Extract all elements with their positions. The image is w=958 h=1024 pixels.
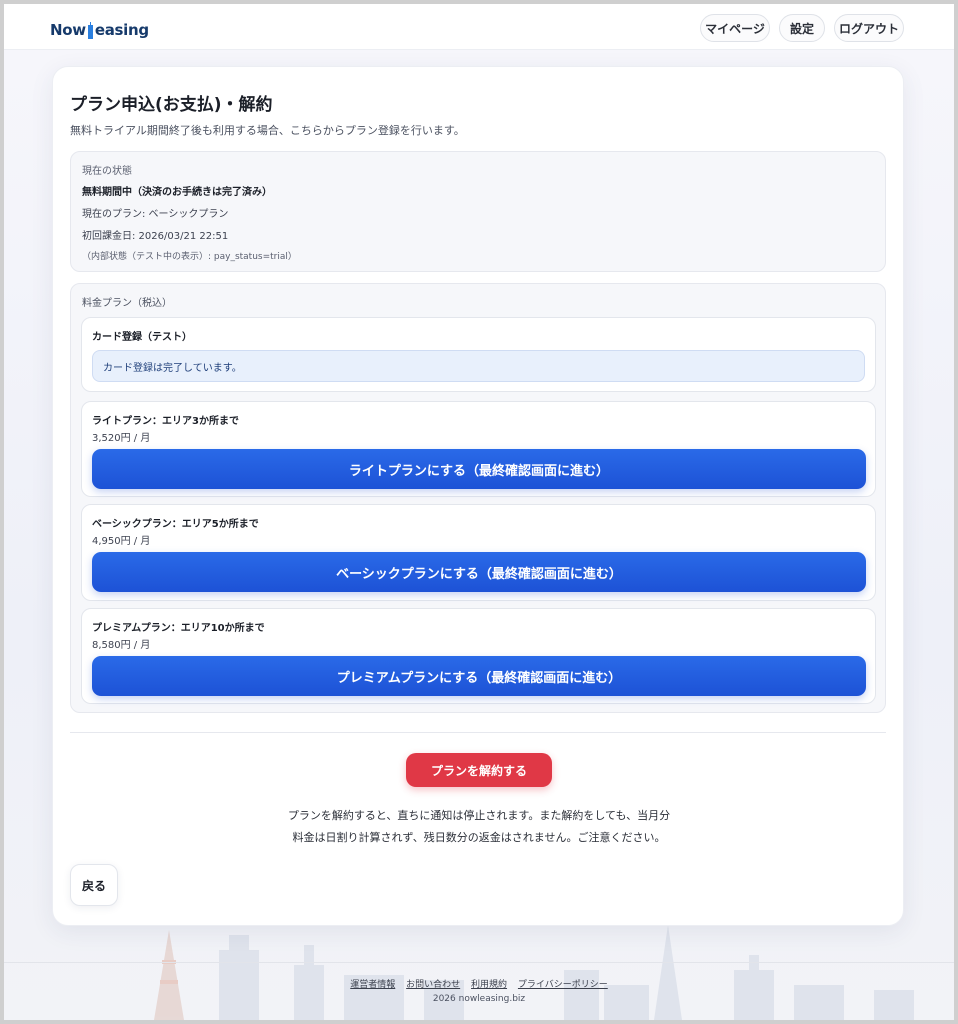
footer-links: 運営者情報 お問い合わせ 利用規約 プライバシーポリシー (0, 977, 958, 990)
section-divider (70, 732, 886, 733)
internal-status-text: （内部状態（テスト中の表示）: pay_status=trial） (82, 252, 297, 262)
page-subtitle: 無料トライアル期間終了後も利用する場合、こちらからプラン登録を行います。 (70, 124, 465, 137)
plan-card: プラン申込(お支払)・解約 無料トライアル期間終了後も利用する場合、こちらからプ… (52, 66, 904, 926)
mypage-button[interactable]: マイページ (700, 14, 770, 42)
select-light-plan-button[interactable]: ライトプランにする（最終確認画面に進む） (92, 449, 866, 489)
footer-link-contact[interactable]: お問い合わせ (406, 980, 460, 990)
status-state: 無料期間中（決済のお手続きは完了済み） (82, 187, 272, 198)
plan-title: ライトプラン：エリア3か所まで (92, 416, 239, 427)
first-billing-date: 初回課金日: 2026/03/21 22:51 (82, 231, 229, 242)
card-registered-notice: カード登録は完了しています。 (92, 350, 865, 382)
logo-text-easing: easing (94, 21, 149, 39)
logout-button[interactable]: ログアウト (834, 14, 904, 42)
cancel-note-line1: プランを解約すると、直ちに通知は停止されます。また解約をしても、当月分 (287, 809, 671, 822)
plan-item-light: ライトプラン：エリア3か所まで 3,520円 / 月 ライトプランにする（最終確… (81, 401, 876, 497)
footer-link-privacy[interactable]: プライバシーポリシー (518, 980, 608, 990)
plan-title: プレミアムプラン：エリア10か所まで (92, 623, 265, 634)
city-skyline-illustration (154, 925, 914, 1020)
pricing-label: 料金プラン（税込） (82, 298, 172, 309)
cancel-note-line2: 料金は日割り計算されず、残日数分の返金はされません。ご注意ください。 (292, 831, 666, 844)
copyright-text: 2026 nowleasing.biz (432, 994, 526, 1004)
back-button[interactable]: 戻る (70, 864, 118, 906)
plan-item-basic: ベーシックプラン：エリア5か所まで 4,950円 / 月 ベーシックプランにする… (81, 504, 876, 601)
logo-building-icon (87, 22, 94, 39)
top-navigation-bar: Now easing マイページ 設定 ログアウト (4, 4, 954, 50)
settings-button[interactable]: 設定 (779, 14, 825, 42)
plan-title: ベーシックプラン：エリア5か所まで (92, 519, 259, 530)
select-basic-plan-button[interactable]: ベーシックプランにする（最終確認画面に進む） (92, 552, 866, 592)
plan-price: 3,520円 / 月 (92, 433, 151, 444)
current-status-panel: 現在の状態 無料期間中（決済のお手続きは完了済み） 現在のプラン: ベーシックプ… (70, 151, 886, 272)
pricing-plans-panel: 料金プラン（税込） カード登録（テスト） カード登録は完了しています。 ライトプ… (70, 283, 886, 713)
footer-divider (4, 962, 954, 963)
logo-text-now: Now (50, 21, 86, 39)
card-registration-section: カード登録（テスト） カード登録は完了しています。 (81, 317, 876, 392)
current-plan-text: 現在のプラン: ベーシックプラン (82, 209, 229, 220)
plan-price: 4,950円 / 月 (92, 536, 151, 547)
footer-link-operator[interactable]: 運営者情報 (350, 980, 395, 990)
plan-item-premium: プレミアムプラン：エリア10か所まで 8,580円 / 月 プレミアムプランにす… (81, 608, 876, 704)
nowleasing-logo[interactable]: Now easing (50, 17, 149, 39)
footer-link-terms[interactable]: 利用規約 (471, 980, 507, 990)
cancel-plan-button[interactable]: プランを解約する (406, 753, 552, 787)
status-label: 現在の状態 (82, 166, 132, 177)
card-registration-title: カード登録（テスト） (92, 332, 192, 343)
select-premium-plan-button[interactable]: プレミアムプランにする（最終確認画面に進む） (92, 656, 866, 696)
page-title: プラン申込(お支払)・解約 (70, 95, 273, 115)
plan-price: 8,580円 / 月 (92, 640, 151, 651)
